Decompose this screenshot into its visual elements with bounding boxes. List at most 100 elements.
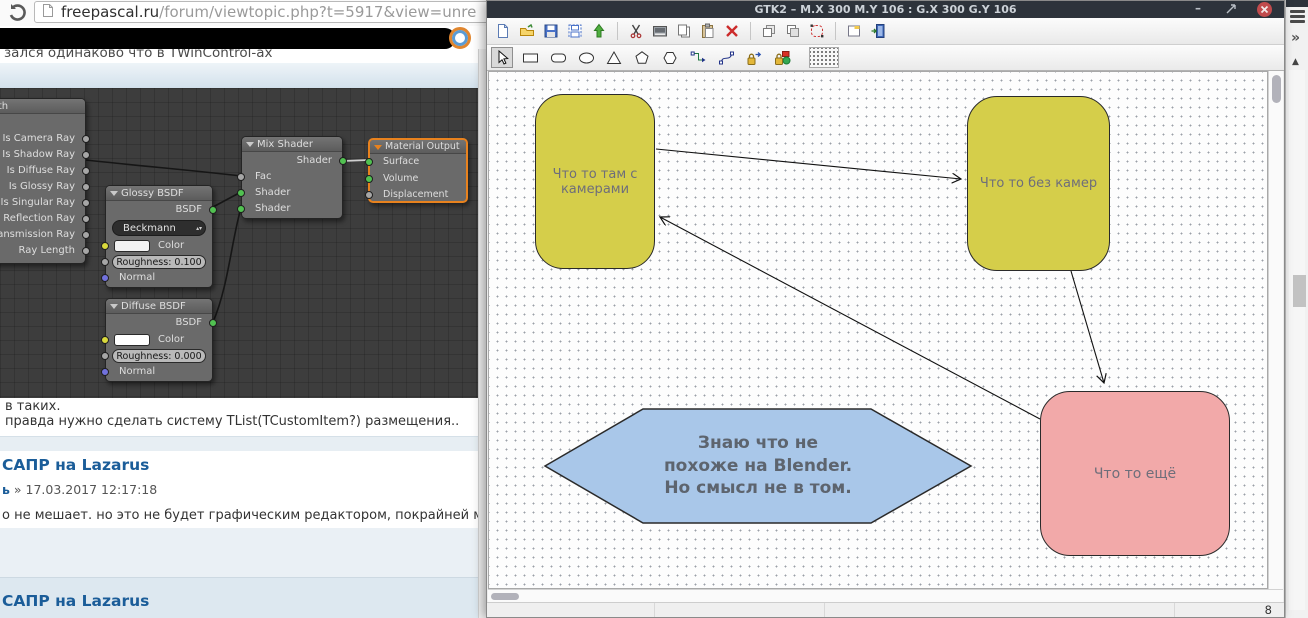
post-timestamp: » 17.03.2017 12:17:18 xyxy=(14,482,157,497)
pointer-tool-icon[interactable] xyxy=(491,47,513,68)
socket[interactable] xyxy=(365,158,373,166)
topic-title-link[interactable]: САПР на Lazarus xyxy=(2,592,149,610)
scrollbar-track[interactable] xyxy=(1289,70,1305,610)
reload-icon[interactable] xyxy=(6,2,28,24)
bring-to-front-icon[interactable] xyxy=(760,23,778,40)
new-icon[interactable] xyxy=(494,23,512,40)
export-icon[interactable] xyxy=(590,23,608,40)
new-window-icon[interactable] xyxy=(845,23,863,40)
paste-icon[interactable] xyxy=(699,23,717,40)
node-glossy-bsdf[interactable]: Glossy BSDF BSDF Beckmann Color Roughnes… xyxy=(105,185,213,288)
triangle-tool-icon[interactable] xyxy=(603,47,625,68)
socket[interactable] xyxy=(82,183,90,191)
socket[interactable] xyxy=(339,157,347,165)
browser-scrollbar[interactable] xyxy=(478,49,486,618)
node-light-path[interactable]: Light Path Is Camera Ray Is Shadow Ray I… xyxy=(0,98,86,264)
socket[interactable] xyxy=(101,258,109,266)
rounded-rectangle-tool-icon[interactable] xyxy=(547,47,569,68)
screen: freepascal.ru/forum/viewtopic.php?t=5917… xyxy=(0,0,1308,618)
hexagon-tool-icon[interactable] xyxy=(659,47,681,68)
select-region-icon[interactable] xyxy=(808,23,826,40)
socket[interactable] xyxy=(82,167,90,175)
window-titlebar[interactable]: GTK2 – M.X 300 M.Y 106 : G.X 300 G.Y 106… xyxy=(487,1,1284,18)
close-button[interactable] xyxy=(1257,2,1272,17)
roughness-slider[interactable]: Roughness: 0.100 xyxy=(112,255,206,269)
socket[interactable] xyxy=(237,189,245,197)
cut-icon[interactable] xyxy=(627,23,645,40)
node-input-label: Fac xyxy=(255,171,271,182)
socket[interactable] xyxy=(101,352,109,360)
status-bar: 8 xyxy=(487,602,1284,617)
exit-icon[interactable] xyxy=(869,23,887,40)
forum-post-line: о не мешает. но это не будет графическим… xyxy=(2,508,486,523)
node-output-label: BSDF xyxy=(176,204,202,215)
socket[interactable] xyxy=(365,175,373,183)
page-icon xyxy=(42,3,54,22)
socket[interactable] xyxy=(101,274,109,282)
node-mix-shader[interactable]: Mix Shader Shader Fac Shader Shader xyxy=(241,136,343,219)
minimize-button[interactable]: – xyxy=(1190,1,1206,17)
node-diffuse-bsdf[interactable]: Diffuse BSDF BSDF Color Roughness: 0.000… xyxy=(105,298,213,382)
forum-quote-band xyxy=(0,63,486,88)
socket[interactable] xyxy=(365,191,373,199)
diagram-canvas[interactable]: Что то там с камерами Что то без камер З… xyxy=(488,71,1268,589)
ellipse-tool-icon[interactable] xyxy=(575,47,597,68)
roughness-slider[interactable]: Roughness: 0.000 xyxy=(112,349,206,363)
canvas-vscrollbar[interactable] xyxy=(1268,71,1283,589)
color-swatch[interactable] xyxy=(114,240,150,252)
url-host: freepascal.ru xyxy=(61,3,159,21)
lock-move-icon[interactable] xyxy=(743,47,765,68)
window-title: GTK2 – M.X 300 M.Y 106 : G.X 300 G.Y 106 xyxy=(754,3,1016,16)
distribution-dropdown[interactable]: Beckmann xyxy=(112,220,206,236)
lock-shapes-icon[interactable] xyxy=(771,47,793,68)
image-icon[interactable] xyxy=(651,23,669,40)
socket[interactable] xyxy=(82,135,90,143)
rectangle-tool-icon[interactable] xyxy=(519,47,541,68)
titlebar-fragment xyxy=(1286,0,1308,7)
socket[interactable] xyxy=(237,173,245,181)
socket[interactable] xyxy=(237,205,245,213)
socket[interactable] xyxy=(82,231,90,239)
open-icon[interactable] xyxy=(518,23,536,40)
color-swatch[interactable] xyxy=(114,334,150,346)
canvas-hscrollbar[interactable] xyxy=(488,589,1283,602)
connector-curve-tool-icon[interactable] xyxy=(715,47,737,68)
node-material-output[interactable]: Material Output Surface Volume Displacem… xyxy=(368,138,468,203)
flowchart-hexagon[interactable]: Знаю что не похоже на Blender. Но смысл … xyxy=(543,406,973,526)
delete-icon[interactable] xyxy=(723,23,741,40)
save-icon[interactable] xyxy=(542,23,560,40)
restore-button[interactable] xyxy=(1224,2,1238,16)
socket[interactable] xyxy=(82,215,90,223)
color-label: Color xyxy=(158,238,184,254)
forum-post-line: в таких. xyxy=(5,399,60,414)
status-page-number: 8 xyxy=(1175,603,1284,617)
socket[interactable] xyxy=(209,319,217,327)
redacted-bar xyxy=(0,28,455,49)
menu-icon[interactable] xyxy=(1290,10,1305,23)
grid-toggle-icon[interactable] xyxy=(809,47,839,68)
scrollbar-thumb[interactable] xyxy=(1293,275,1306,307)
hscrollbar-thumb[interactable] xyxy=(491,593,519,600)
socket[interactable] xyxy=(82,151,90,159)
url-bar[interactable]: freepascal.ru/forum/viewtopic.php?t=5917… xyxy=(34,1,486,23)
flowchart-node-cameras[interactable]: Что то там с камерами xyxy=(535,94,655,269)
node-title: Diffuse BSDF xyxy=(106,299,212,314)
connector-line-tool-icon[interactable] xyxy=(687,47,709,68)
socket[interactable] xyxy=(101,242,109,250)
copy-icon[interactable] xyxy=(675,23,693,40)
author-link[interactable]: ь xyxy=(2,482,10,497)
vscrollbar-thumb[interactable] xyxy=(1272,75,1281,103)
socket[interactable] xyxy=(101,336,109,344)
pentagon-tool-icon[interactable] xyxy=(631,47,653,68)
topic-title-link[interactable]: САПР на Lazarus xyxy=(2,456,149,474)
socket[interactable] xyxy=(101,368,109,376)
overflow-chevron-icon[interactable]: » xyxy=(1291,30,1300,46)
socket[interactable] xyxy=(82,199,90,207)
send-to-back-icon[interactable] xyxy=(784,23,802,40)
flowchart-node-else[interactable]: Что то ещё xyxy=(1040,391,1230,556)
flowchart-node-no-cameras[interactable]: Что то без камер xyxy=(967,96,1110,271)
scroll-up-icon[interactable]: ▲ xyxy=(1292,57,1299,67)
save-as-icon[interactable] xyxy=(566,23,584,40)
socket[interactable] xyxy=(209,206,217,214)
socket[interactable] xyxy=(82,247,90,255)
